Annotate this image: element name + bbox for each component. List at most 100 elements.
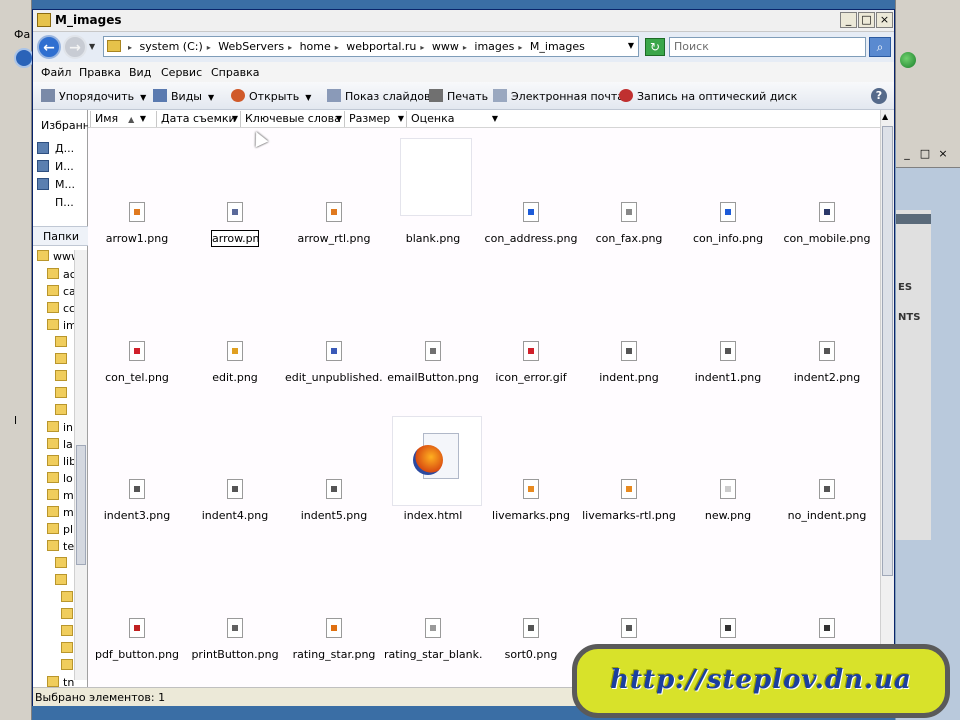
refresh-button[interactable]: ↻ (645, 38, 665, 56)
breadcrumb-item[interactable]: M_images (530, 40, 585, 53)
print-button[interactable]: Печать (429, 89, 488, 103)
tree-folder[interactable]: m (47, 489, 74, 502)
file-item[interactable]: emailButton.png (384, 341, 482, 401)
views-button[interactable]: Виды ▼ (153, 89, 214, 103)
help-button[interactable]: ? (871, 88, 887, 104)
file-item[interactable]: indent2.png (778, 341, 876, 401)
search-input[interactable]: Поиск (669, 37, 866, 57)
tree-folder[interactable]: cc (47, 302, 75, 315)
edit-icon (227, 341, 243, 361)
tree-folder[interactable]: im (47, 319, 77, 332)
breadcrumb-item[interactable]: images (474, 40, 514, 53)
favorite-link[interactable]: М... (37, 178, 75, 191)
file-item[interactable]: icon_error.gif (482, 341, 580, 401)
tree-folder[interactable]: lib (47, 455, 76, 468)
breadcrumb-item[interactable]: webportal.ru (346, 40, 416, 53)
file-item[interactable]: arrow.png (186, 202, 284, 262)
window-title: M_images (55, 13, 122, 27)
tree-folder[interactable]: te (47, 540, 74, 553)
tree-folder[interactable]: m (47, 506, 74, 519)
file-item[interactable]: con_mobile.png (778, 202, 876, 262)
file-item[interactable]: con_address.png (482, 202, 580, 262)
tree-folder[interactable] (55, 370, 71, 383)
breadcrumb: ▸ system (C:) ▸ WebServers ▸ home ▸ webport… (128, 40, 585, 53)
content-scrollbar[interactable]: ▲ (880, 110, 894, 688)
column-date-taken[interactable]: Дата съемки ▼ (156, 111, 240, 127)
scroll-up-icon[interactable]: ▲ (882, 112, 888, 121)
tree-folder[interactable]: in (47, 421, 73, 434)
search-button[interactable]: ⌕ (869, 37, 891, 57)
info-icon (720, 202, 736, 222)
tree-folder[interactable]: pl (47, 523, 73, 536)
breadcrumb-item[interactable]: www (432, 40, 459, 53)
file-item[interactable]: con_tel.png (88, 341, 186, 401)
file-item[interactable]: no_indent.png (778, 479, 876, 539)
tree-folder[interactable] (55, 404, 71, 417)
file-item[interactable]: sort0.png (482, 618, 580, 678)
menu-help[interactable]: Справка (211, 66, 259, 79)
maximize-button[interactable]: □ (858, 12, 875, 28)
burn-disc-button[interactable]: Запись на оптический диск (619, 89, 797, 103)
menu-view[interactable]: Вид (129, 66, 151, 79)
file-name[interactable]: arrow.png (211, 230, 259, 247)
file-item[interactable]: printButton.png (186, 618, 284, 678)
menu-file[interactable]: Файл (41, 66, 71, 79)
minimize-button[interactable]: _ (840, 12, 857, 28)
file-item[interactable]: indent3.png (88, 479, 186, 539)
tree-folder[interactable]: lo (47, 472, 73, 485)
back-button[interactable]: ← (37, 35, 61, 59)
tree-folder[interactable] (55, 336, 71, 349)
address-dropdown-icon[interactable]: ▼ (628, 41, 634, 50)
file-item[interactable]: con_fax.png (580, 202, 678, 262)
file-item[interactable]: blank.png (384, 232, 482, 262)
file-item[interactable]: pdf_button.png (88, 618, 186, 678)
file-item[interactable]: indent1.png (679, 341, 777, 401)
file-item[interactable]: indent5.png (285, 479, 383, 539)
tree-folder[interactable]: ca (47, 285, 76, 298)
favorite-link[interactable]: И... (37, 160, 74, 173)
favorite-link[interactable]: Д... (37, 142, 74, 155)
file-item[interactable]: con_info.png (679, 202, 777, 262)
forward-button[interactable]: → (63, 35, 87, 59)
slideshow-button[interactable]: Показ слайдов (327, 89, 431, 103)
tree-folder[interactable] (55, 353, 71, 366)
tree-folder[interactable]: la (47, 438, 73, 451)
file-item[interactable]: livemarks-rtl.png (580, 479, 678, 539)
close-button[interactable]: × (876, 12, 893, 28)
breadcrumb-item[interactable]: system (C:) (140, 40, 203, 53)
open-button[interactable]: Открыть ▼ (231, 89, 311, 103)
file-item[interactable]: arrow_rtl.png (285, 202, 383, 262)
file-item[interactable]: rating_star_blank.... (384, 618, 482, 678)
tree-folder[interactable]: ac (47, 268, 76, 281)
tree-folder[interactable] (55, 557, 71, 570)
folders-heading[interactable]: Папки (33, 226, 88, 246)
column-name[interactable]: Имя ▲ ▼ (90, 111, 148, 127)
tree-folder[interactable] (55, 387, 71, 400)
breadcrumb-item[interactable]: WebServers (218, 40, 284, 53)
organize-button[interactable]: Упорядочить ▼ (41, 89, 146, 103)
file-item[interactable]: edit.png (186, 341, 284, 401)
menu-tools[interactable]: Сервис (161, 66, 202, 79)
file-item[interactable]: edit_unpublished.... (285, 341, 383, 401)
organize-icon (41, 89, 55, 102)
history-dropdown-icon[interactable]: ▼ (89, 42, 95, 51)
file-item[interactable]: indent.png (580, 341, 678, 401)
address-bar[interactable]: ▸ system (C:) ▸ WebServers ▸ home ▸ webport… (103, 36, 639, 57)
favorite-link[interactable]: П... (55, 196, 74, 209)
file-item[interactable]: indent4.png (186, 479, 284, 539)
email-button[interactable]: Электронная почта (493, 89, 624, 103)
file-item[interactable]: arrow1.png (88, 202, 186, 262)
scroll-thumb[interactable] (882, 126, 893, 576)
file-item[interactable]: rating_star.png (285, 618, 383, 678)
column-size[interactable]: Размер ▼ (344, 111, 406, 127)
rss-rtl-icon (621, 479, 637, 499)
breadcrumb-item[interactable]: home (300, 40, 331, 53)
nav-scrollbar[interactable] (74, 250, 87, 680)
menu-edit[interactable]: Правка (79, 66, 121, 79)
file-item[interactable]: index.html (384, 509, 482, 539)
tree-folder[interactable] (55, 574, 71, 587)
column-rating[interactable]: Оценка ▼ (406, 111, 500, 127)
column-keywords[interactable]: Ключевые слова ▼ (240, 111, 344, 127)
file-item[interactable]: new.png (679, 479, 777, 539)
file-item[interactable]: livemarks.png (482, 479, 580, 539)
